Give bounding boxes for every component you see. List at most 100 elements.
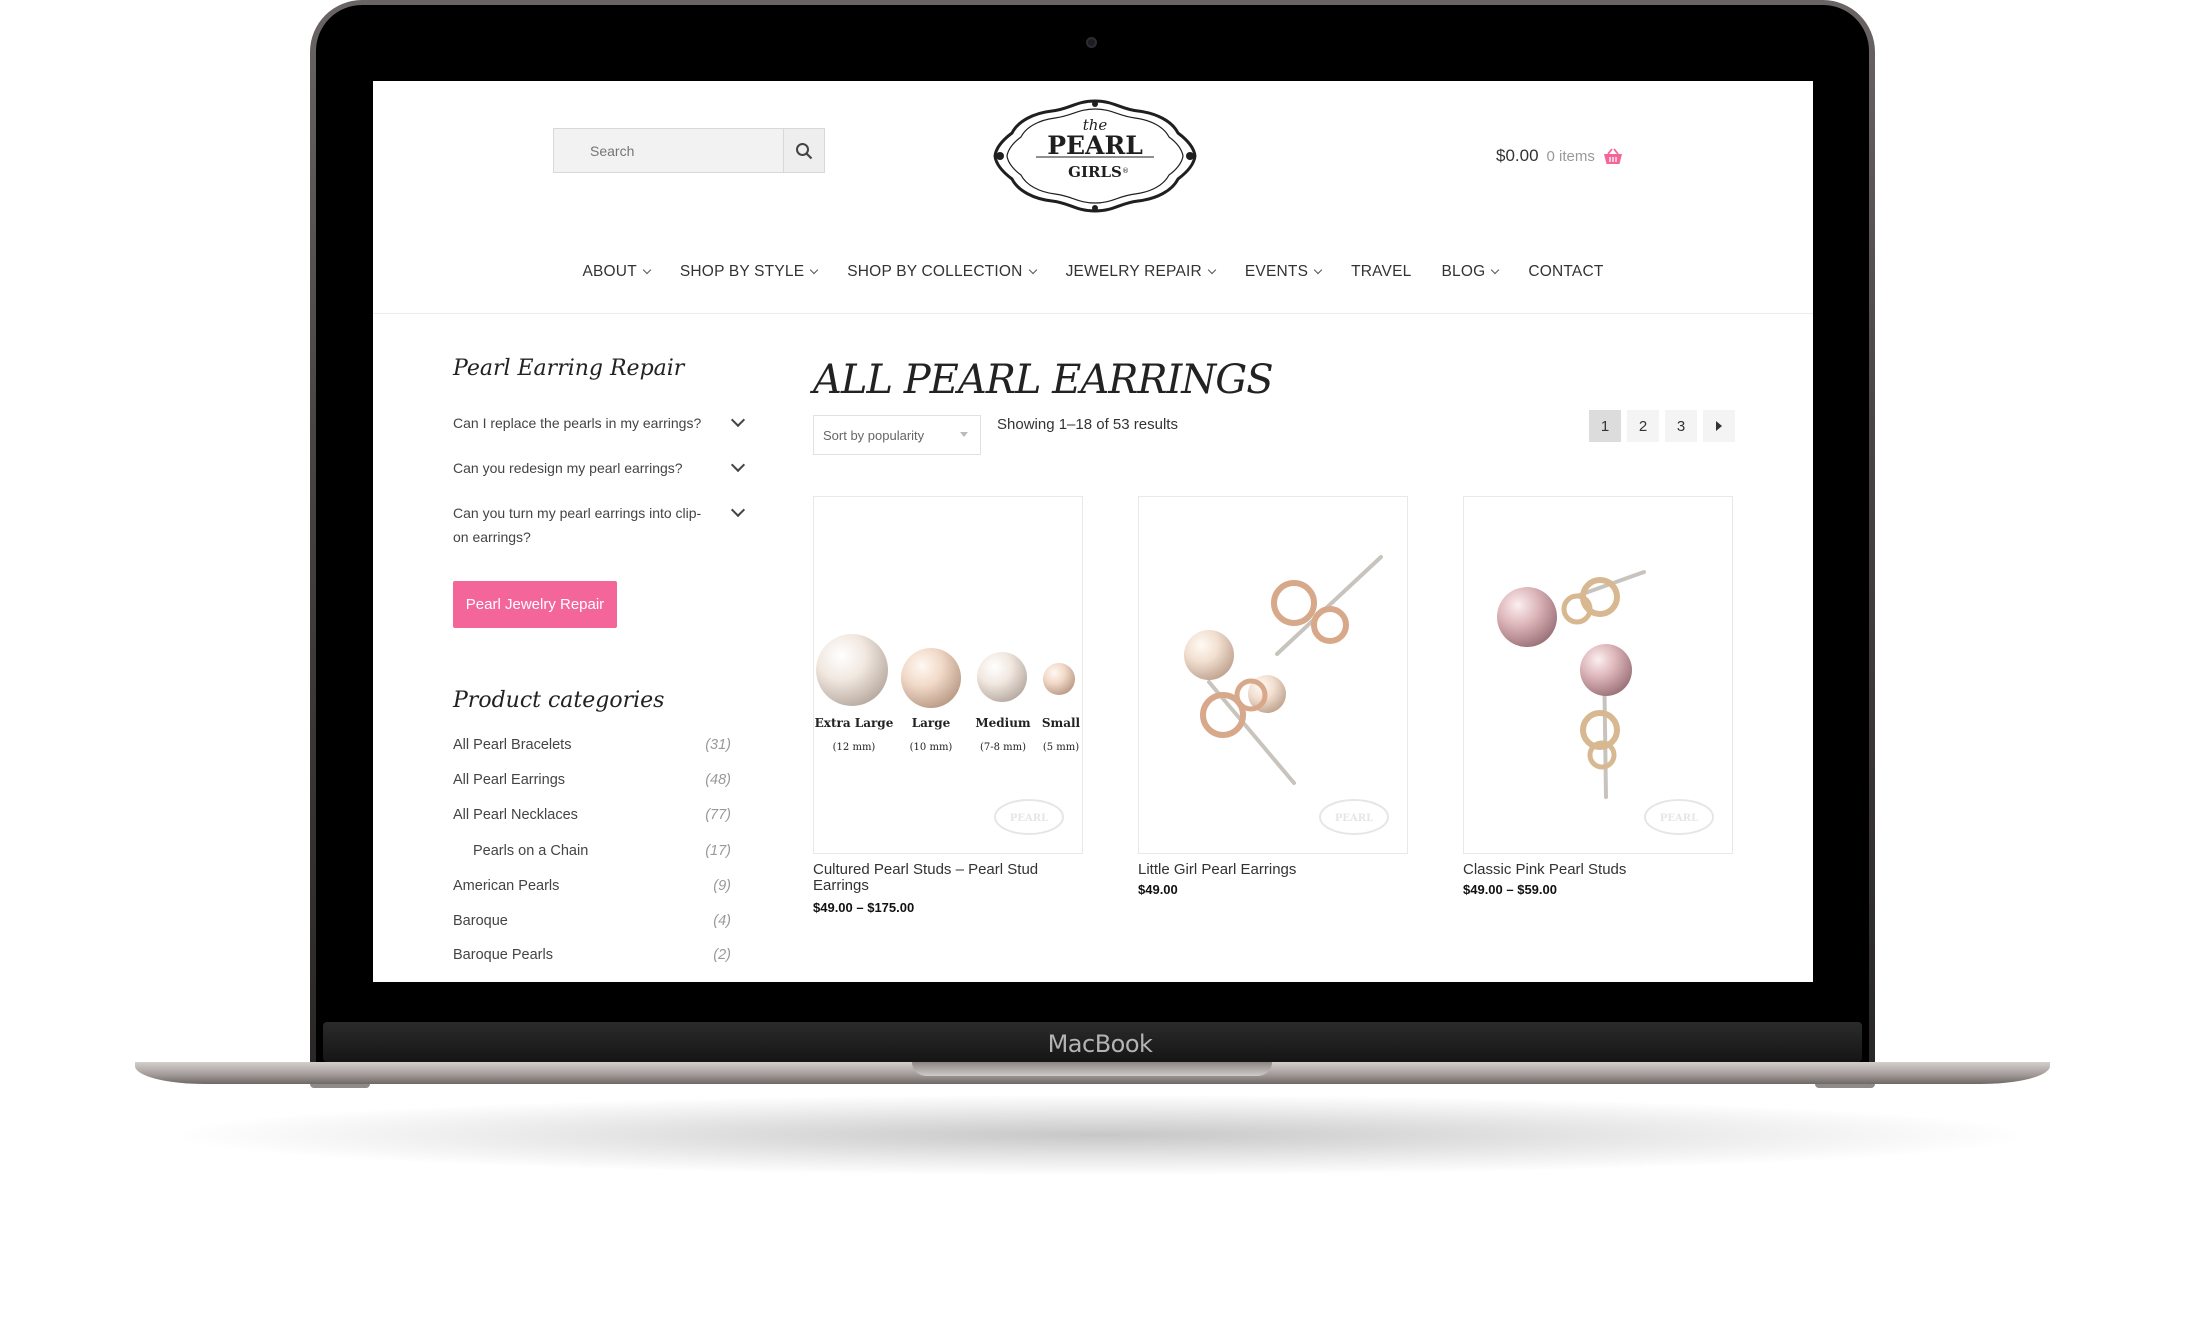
- search-bar: [553, 128, 825, 173]
- faq-item[interactable]: Can you redesign my pearl earrings?: [453, 456, 746, 480]
- logo-sub-text: GIRLS: [1068, 163, 1122, 181]
- category-name: American Pearls: [453, 878, 560, 894]
- search-input[interactable]: [554, 129, 783, 172]
- nav-item-shop-by-style[interactable]: SHOP BY STYLE: [679, 263, 819, 281]
- faq-heading: Pearl Earring Repair: [453, 356, 685, 381]
- search-icon: [796, 142, 813, 159]
- category-count: (9): [713, 878, 731, 894]
- laptop-brand: MacBook: [1047, 1030, 1153, 1058]
- nav-item-travel[interactable]: TRAVEL: [1351, 263, 1411, 281]
- pearl-jewelry-repair-button[interactable]: Pearl Jewelry Repair: [453, 581, 617, 628]
- product-image-classic-pink-pearl-studs[interactable]: PEARL: [1463, 496, 1733, 854]
- category-item[interactable]: Baroque Pearls (2): [453, 947, 731, 963]
- category-name: Baroque: [453, 913, 508, 929]
- product-price: $49.00 – $59.00: [1463, 882, 1557, 897]
- page-2-button[interactable]: 2: [1627, 410, 1659, 442]
- faq-question: Can you turn my pearl earrings into clip…: [453, 505, 702, 545]
- category-item[interactable]: All Pearl Necklaces (77): [453, 807, 731, 823]
- size-mm: (10 mm): [910, 742, 953, 753]
- logo-main-text: PEARL: [1047, 131, 1143, 160]
- nav-label: EVENTS: [1244, 263, 1309, 280]
- category-item[interactable]: Baroque (4): [453, 913, 731, 929]
- size-mm: (12 mm): [833, 742, 876, 753]
- categories-heading: Product categories: [453, 688, 665, 713]
- header-divider: [373, 313, 1813, 314]
- nav-item-events[interactable]: EVENTS: [1244, 263, 1323, 281]
- category-count: (4): [713, 913, 731, 929]
- cart-item-count: 0 items: [1546, 147, 1595, 165]
- main-navigation: ABOUT SHOP BY STYLE SHOP BY COLLECTION J…: [373, 263, 1813, 281]
- chevron-down-icon: [642, 265, 652, 275]
- nav-item-jewelry-repair[interactable]: JEWELRY REPAIR: [1065, 263, 1217, 281]
- size-label: Medium: [975, 716, 1031, 730]
- faq-item[interactable]: Can you turn my pearl earrings into clip…: [453, 501, 746, 549]
- category-count: (48): [705, 772, 731, 788]
- pagination: 1 2 3: [1589, 410, 1735, 442]
- nav-label: BLOG: [1441, 263, 1486, 280]
- website-screen: the PEARL GIRLS ® $0.00 0 items ABOUT SH…: [373, 81, 1813, 982]
- next-page-button[interactable]: [1703, 410, 1735, 442]
- camera-dot: [1086, 37, 1097, 48]
- category-item[interactable]: American Pearls (9): [453, 878, 731, 894]
- nav-label: JEWELRY REPAIR: [1065, 263, 1202, 280]
- category-item[interactable]: Pearls on a Chain (17): [453, 843, 731, 859]
- laptop-foot: [310, 1084, 370, 1088]
- sort-value: Sort by popularity: [823, 427, 925, 443]
- logo-registered-mark: ®: [1122, 167, 1129, 175]
- search-button[interactable]: [783, 129, 824, 172]
- page-title: ALL PEARL EARRINGS: [813, 357, 1274, 403]
- size-mm: (5 mm): [1043, 742, 1079, 753]
- nav-item-blog[interactable]: BLOG: [1441, 263, 1500, 281]
- product-image-cultured-pearl-studs[interactable]: Extra Large Large Medium Small (12 mm) (…: [813, 496, 1083, 854]
- nav-label: ABOUT: [582, 263, 637, 280]
- category-name: All Pearl Necklaces: [453, 807, 578, 823]
- chevron-down-icon: [730, 457, 746, 473]
- nav-label: SHOP BY COLLECTION: [847, 263, 1023, 280]
- size-label: Large: [912, 716, 951, 730]
- product-name[interactable]: Cultured Pearl Studs – Pearl Stud Earrin…: [813, 862, 1083, 894]
- watermark: PEARL: [1335, 813, 1373, 824]
- nav-item-contact[interactable]: CONTACT: [1528, 263, 1603, 281]
- category-count: (17): [705, 843, 731, 859]
- page-1-button[interactable]: 1: [1589, 410, 1621, 442]
- cart-total: $0.00: [1496, 146, 1539, 165]
- sort-select[interactable]: Sort by popularity: [813, 415, 981, 455]
- faq-question: Can I replace the pearls in my earrings?: [453, 415, 702, 431]
- chevron-down-icon: [1028, 265, 1037, 275]
- product-price: $49.00 – $175.00: [813, 900, 915, 915]
- nav-item-about[interactable]: ABOUT: [582, 263, 652, 281]
- page-3-button[interactable]: 3: [1665, 410, 1697, 442]
- basket-icon: [1603, 147, 1622, 164]
- arrow-right-icon: [1716, 421, 1722, 431]
- dropdown-arrow-icon: [960, 432, 968, 437]
- product-name[interactable]: Little Girl Pearl Earrings: [1138, 862, 1408, 878]
- laptop-foot: [1815, 1084, 1875, 1088]
- category-count: (77): [705, 807, 731, 823]
- product-image-little-girl-pearl-earrings[interactable]: PEARL: [1138, 496, 1408, 854]
- chevron-down-icon: [1491, 265, 1500, 275]
- nav-label: SHOP BY STYLE: [679, 263, 805, 280]
- site-logo[interactable]: the PEARL GIRLS ®: [992, 95, 1198, 222]
- chevron-down-icon: [1313, 265, 1323, 275]
- category-name: All Pearl Bracelets: [453, 737, 572, 753]
- result-count: Showing 1–18 of 53 results: [997, 416, 1178, 433]
- category-item[interactable]: All Pearl Earrings (48): [453, 772, 731, 788]
- category-count: (2): [713, 947, 731, 963]
- chevron-down-icon: [1207, 265, 1217, 275]
- watermark: PEARL: [1010, 813, 1048, 824]
- nav-item-shop-by-collection[interactable]: SHOP BY COLLECTION: [847, 263, 1037, 281]
- category-name: All Pearl Earrings: [453, 772, 566, 788]
- size-label: Extra Large: [815, 716, 894, 730]
- product-price: $49.00: [1138, 882, 1178, 897]
- chevron-down-icon: [810, 265, 819, 275]
- chevron-down-icon: [730, 502, 746, 518]
- mini-cart[interactable]: $0.00 0 items: [1496, 146, 1623, 166]
- nav-label: TRAVEL: [1351, 263, 1412, 280]
- laptop-shadow: [180, 1095, 2020, 1175]
- faq-item[interactable]: Can I replace the pearls in my earrings?: [453, 411, 746, 435]
- category-count: (31): [705, 737, 731, 753]
- category-item[interactable]: All Pearl Bracelets (31): [453, 737, 731, 753]
- category-name: Baroque Pearls: [453, 947, 553, 963]
- product-name[interactable]: Classic Pink Pearl Studs: [1463, 862, 1733, 878]
- watermark: PEARL: [1660, 813, 1698, 824]
